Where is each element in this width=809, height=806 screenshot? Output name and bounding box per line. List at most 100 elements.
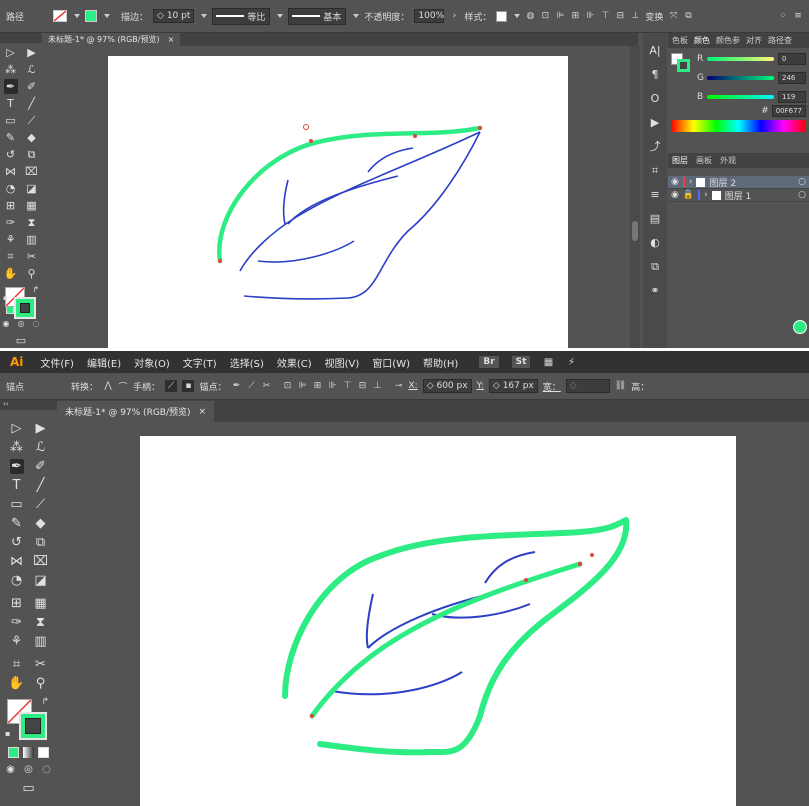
bridge-button[interactable]: Br: [479, 356, 499, 368]
curvature-tool-icon[interactable]: ✐: [34, 459, 48, 474]
export-icon[interactable]: ⧉: [648, 259, 662, 274]
anchor-point[interactable]: [524, 578, 528, 582]
slice-tool-icon[interactable]: ✂: [25, 249, 39, 264]
eraser-tool-icon[interactable]: ◆: [34, 516, 48, 531]
r-value-field[interactable]: 0: [778, 52, 806, 65]
lasso-icon[interactable]: ℒ: [34, 440, 48, 455]
scale-tool-icon[interactable]: ⧉: [34, 535, 48, 550]
layer-row[interactable]: ◉ 🔒 › 图层 1 ○: [668, 189, 809, 202]
selection-tool-icon[interactable]: ▷: [10, 421, 24, 436]
chevron-down-icon[interactable]: [277, 14, 284, 18]
color-mode-icon[interactable]: [6, 306, 14, 314]
none-mode-icon[interactable]: [38, 747, 49, 758]
scroll-thumb[interactable]: [632, 221, 638, 241]
links-icon[interactable]: ⤴: [648, 139, 662, 154]
tab-appearance[interactable]: 外观: [720, 155, 736, 166]
rectangle-tool-icon[interactable]: ▭: [4, 113, 18, 128]
canvas-area[interactable]: [57, 422, 809, 806]
chevron-right-icon[interactable]: ›: [449, 11, 459, 21]
document-tab[interactable]: 未标题-1* @ 97% (RGB/预览) ×: [42, 33, 181, 46]
menu-view[interactable]: 视图(V): [325, 355, 360, 370]
direction-handle[interactable]: [590, 553, 594, 557]
line-tool-icon[interactable]: ╱: [25, 96, 39, 111]
stroke-swatch[interactable]: [677, 59, 690, 72]
screen-mode-icon[interactable]: ▭: [14, 333, 28, 348]
anchor-point[interactable]: [413, 134, 417, 138]
target-circle-icon[interactable]: ○: [798, 177, 806, 187]
g-value-field[interactable]: 246: [778, 71, 806, 84]
close-tab-button[interactable]: ×: [168, 35, 175, 44]
stroke-swatch[interactable]: [19, 712, 47, 740]
link-proportions-icon[interactable]: ⛓: [615, 381, 626, 391]
pen-tool-icon[interactable]: ✒: [9, 459, 24, 474]
draw-behind-icon[interactable]: ◎: [22, 762, 36, 777]
symbol-sprayer-icon[interactable]: ⚘: [4, 232, 18, 247]
vertical-scrollbar[interactable]: [630, 46, 640, 348]
align-top-icon[interactable]: ⊤: [342, 381, 352, 391]
expand-chevron-icon[interactable]: ›: [704, 190, 708, 200]
mesh-tool-icon[interactable]: ⊞: [4, 198, 18, 213]
gpu-performance-icon[interactable]: ⚡: [566, 357, 576, 368]
chevron-down-icon[interactable]: [201, 14, 208, 18]
pencil-tool-icon[interactable]: ✎: [10, 516, 24, 531]
variable-width-profile[interactable]: 等比: [212, 7, 271, 25]
width-tool-icon[interactable]: ⋈: [10, 554, 24, 569]
isolate-icon[interactable]: ⤧: [668, 11, 678, 21]
blend-tool-icon[interactable]: ⧗: [34, 615, 48, 630]
magic-wand-icon[interactable]: ⁂: [4, 62, 18, 77]
remove-anchor-icon[interactable]: ✒: [231, 381, 241, 391]
lock-icon[interactable]: 🔒: [683, 190, 694, 200]
document-tab[interactable]: 未标题-1* @ 97% (RGB/预览) ×: [57, 401, 215, 422]
panel-menu-icon[interactable]: ≡: [793, 11, 803, 21]
canvas-area[interactable]: [42, 46, 628, 348]
g-slider[interactable]: [707, 75, 774, 80]
r-slider[interactable]: [707, 56, 774, 61]
layer-name[interactable]: 图层 2: [709, 176, 736, 189]
rectangle-tool-icon[interactable]: ▭: [10, 497, 24, 512]
align-right-icon[interactable]: ⊪: [327, 381, 337, 391]
rotate-tool-icon[interactable]: ↺: [4, 147, 18, 162]
show-handles-icon[interactable]: ⟋: [165, 380, 178, 392]
symbols-icon[interactable]: ⚭: [648, 283, 662, 298]
default-colors-icon[interactable]: ▪: [3, 294, 8, 302]
paragraph-icon[interactable]: ¶: [648, 67, 662, 82]
pencil-tool-icon[interactable]: ✎: [4, 130, 18, 145]
column-graph-icon[interactable]: ▥: [25, 232, 39, 247]
tab-pathfinder[interactable]: 路径查: [768, 35, 792, 46]
zoom-tool-icon[interactable]: ⚲: [34, 676, 48, 691]
b-slider[interactable]: [707, 94, 774, 99]
convert-smooth-icon[interactable]: ⌒: [118, 380, 128, 393]
eyedropper-icon[interactable]: ✑: [10, 615, 24, 630]
recolor-icon[interactable]: ◍: [525, 11, 535, 21]
menu-select[interactable]: 选择(S): [230, 355, 264, 370]
align-middle-icon[interactable]: ⊟: [615, 11, 625, 21]
align-top-icon[interactable]: ⊤: [600, 11, 610, 21]
fill-swatch[interactable]: [53, 10, 68, 22]
align-left-icon[interactable]: ⊫: [297, 381, 307, 391]
tab-artboards[interactable]: 画板: [696, 155, 712, 166]
close-tab-button[interactable]: ×: [199, 407, 207, 417]
anchor-point[interactable]: [577, 561, 583, 567]
floating-badge[interactable]: [793, 320, 807, 334]
menu-effect[interactable]: 效果(C): [277, 355, 312, 370]
visibility-eye-icon[interactable]: ◉: [671, 177, 679, 187]
align-bottom-icon[interactable]: ⊥: [372, 381, 382, 391]
connect-anchor-icon[interactable]: ⟋: [246, 381, 256, 391]
transform-icon[interactable]: ⌗: [648, 163, 662, 178]
artboard-tool-icon[interactable]: ⌗: [4, 249, 18, 264]
menu-type[interactable]: 文字(T): [183, 355, 217, 370]
arrange-icon[interactable]: ⧉: [683, 11, 693, 21]
opentype-icon[interactable]: O: [648, 91, 662, 106]
slice-tool-icon[interactable]: ✂: [34, 657, 48, 672]
chevron-down-icon[interactable]: [74, 14, 81, 18]
visibility-eye-icon[interactable]: ◉: [671, 190, 679, 200]
gradient-tool-icon[interactable]: ▦: [25, 198, 39, 213]
swap-colors-icon[interactable]: ↱: [41, 697, 49, 707]
chevron-down-icon[interactable]: [353, 14, 360, 18]
draw-normal-icon[interactable]: ◉: [0, 316, 12, 331]
hex-field[interactable]: 00F677: [771, 105, 806, 117]
brush-definition[interactable]: 基本: [288, 7, 347, 25]
align-to-icon[interactable]: ⊡: [282, 381, 292, 391]
convert-corner-icon[interactable]: ⋀: [103, 381, 113, 391]
default-colors-icon[interactable]: ▪: [5, 729, 10, 738]
